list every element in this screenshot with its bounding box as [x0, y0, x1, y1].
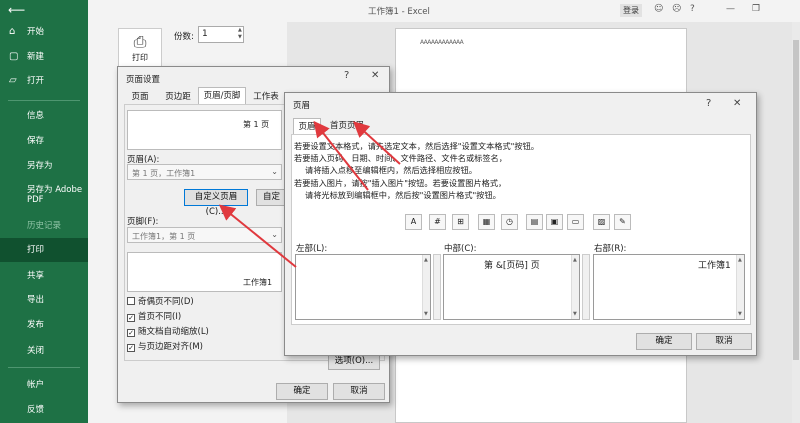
arrow-to-header-tab: [313, 120, 369, 191]
arrow-to-custom-header: [218, 204, 297, 268]
annotation-arrows: [218, 120, 401, 268]
arrow-to-first-page-tab: [353, 121, 401, 165]
